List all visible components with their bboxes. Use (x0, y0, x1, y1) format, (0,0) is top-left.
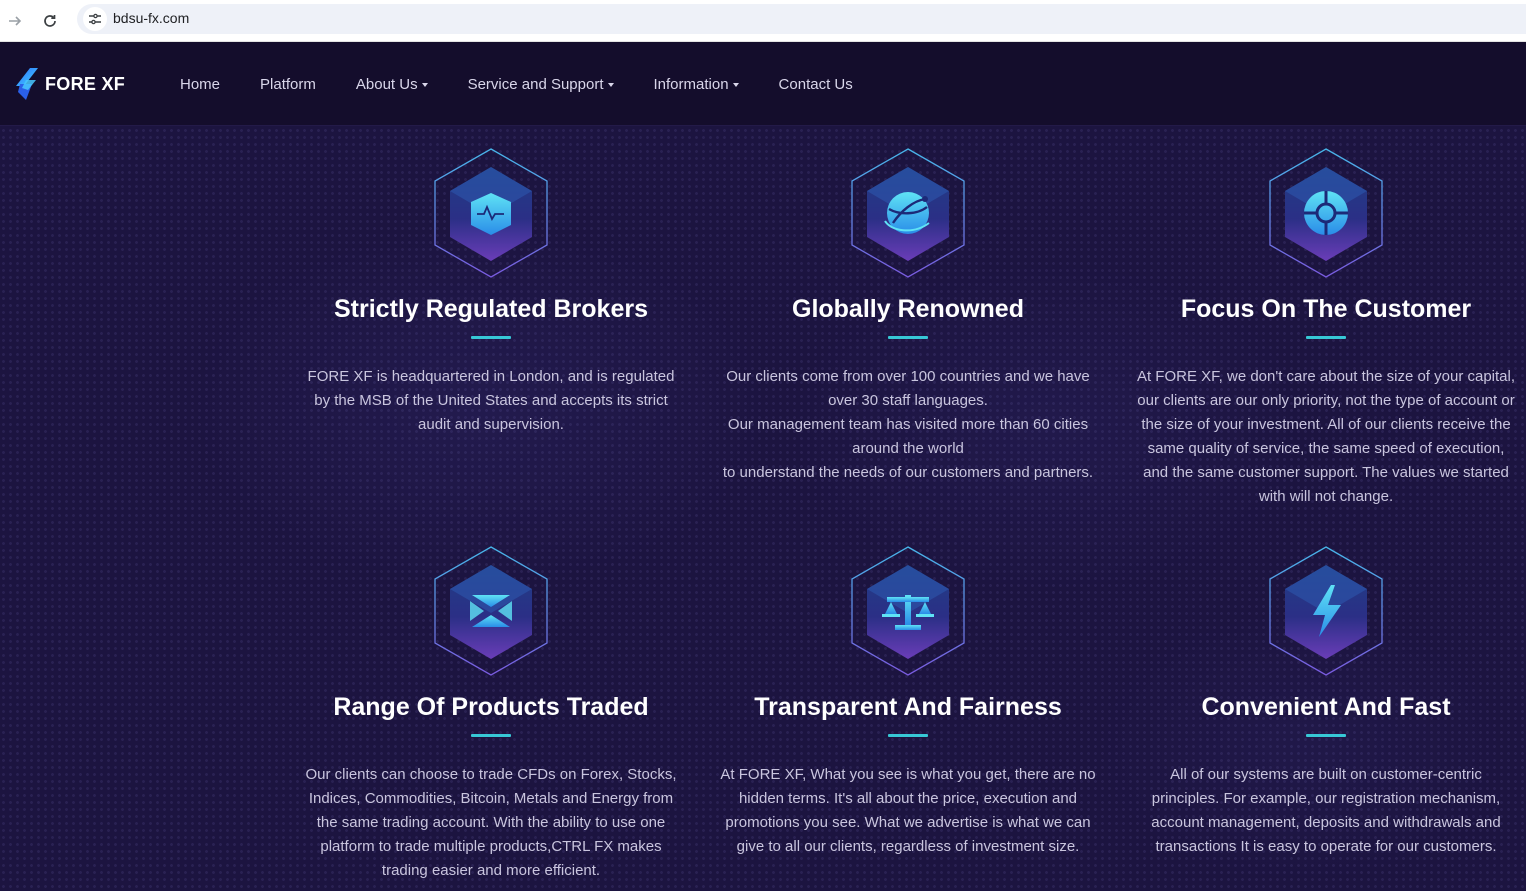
nav-contact-us[interactable]: Contact Us (759, 76, 873, 93)
nav-label: Home (180, 75, 221, 93)
site-header: FORE XF Home Platform About Us Service a… (0, 42, 1526, 126)
feature-card: Globally Renowned Our clients come from … (713, 147, 1103, 485)
feature-card: Range Of Products Traded Our clients can… (296, 545, 686, 883)
feature-description: FORE XF is headquartered in London, and … (307, 368, 675, 433)
title-underline (1306, 734, 1346, 737)
feature-title: Strictly Regulated Brokers (334, 295, 648, 323)
feature-card: Strictly Regulated Brokers FORE XF is he… (296, 147, 686, 437)
nav-service-support[interactable]: Service and Support (448, 76, 634, 93)
url-text: bdsu-fx.com (113, 10, 190, 26)
nav-label: Contact Us (778, 75, 853, 93)
feature-description: At FORE XF, we don't care about the size… (1136, 368, 1516, 505)
title-underline (888, 734, 928, 737)
globe-icon (851, 148, 965, 278)
cube-layers-icon (434, 546, 548, 676)
feature-card: Convenient And Fast All of our systems a… (1131, 545, 1521, 859)
feature-title: Convenient And Fast (1201, 693, 1451, 721)
caret-down-icon (421, 83, 428, 87)
nav-label: Platform (260, 75, 316, 93)
tune-icon[interactable] (83, 7, 107, 31)
arrow-right-icon[interactable] (2, 8, 28, 34)
logo-text: FORE XF (45, 73, 126, 94)
feature-card: Focus On The Customer At FORE XF, we don… (1131, 147, 1521, 509)
nav-information[interactable]: Information (634, 76, 759, 93)
title-underline (471, 336, 511, 339)
title-underline (471, 734, 511, 737)
browser-toolbar: bdsu-fx.com (0, 0, 1526, 42)
pulse-shield-icon (434, 148, 548, 278)
nav-label: Information (653, 75, 729, 93)
feature-card: Transparent And Fairness At FORE XF, Wha… (713, 545, 1103, 859)
caret-down-icon (607, 83, 614, 87)
nav-label: Service and Support (467, 75, 604, 93)
feature-title: Range Of Products Traded (333, 693, 649, 721)
logo[interactable]: FORE XF (16, 64, 125, 104)
logo-mark-icon (16, 68, 38, 100)
nav-label: About Us (355, 75, 418, 93)
target-icon (1269, 148, 1383, 278)
feature-description: Our clients can choose to trade CFDs on … (305, 766, 677, 879)
lightning-icon (1269, 546, 1383, 676)
title-underline (888, 336, 928, 339)
title-underline (1306, 336, 1346, 339)
feature-title: Globally Renowned (792, 295, 1024, 323)
feature-description: All of our systems are built on customer… (1151, 766, 1501, 855)
nav-platform[interactable]: Platform (240, 76, 336, 93)
address-bar[interactable]: bdsu-fx.com (77, 4, 1526, 34)
scales-icon (851, 546, 965, 676)
feature-title: Transparent And Fairness (754, 693, 1062, 721)
nav-about-us[interactable]: About Us (336, 76, 448, 93)
features-section: Strictly Regulated Brokers FORE XF is he… (0, 127, 1526, 891)
feature-description: At FORE XF, What you see is what you get… (720, 766, 1096, 855)
caret-down-icon (732, 83, 739, 87)
reload-icon[interactable] (37, 8, 63, 34)
nav-home[interactable]: Home (160, 76, 240, 93)
main-nav: Home Platform About Us Service and Suppo… (160, 42, 873, 126)
feature-description: Our clients come from over 100 countries… (722, 368, 1094, 481)
feature-title: Focus On The Customer (1180, 295, 1472, 323)
